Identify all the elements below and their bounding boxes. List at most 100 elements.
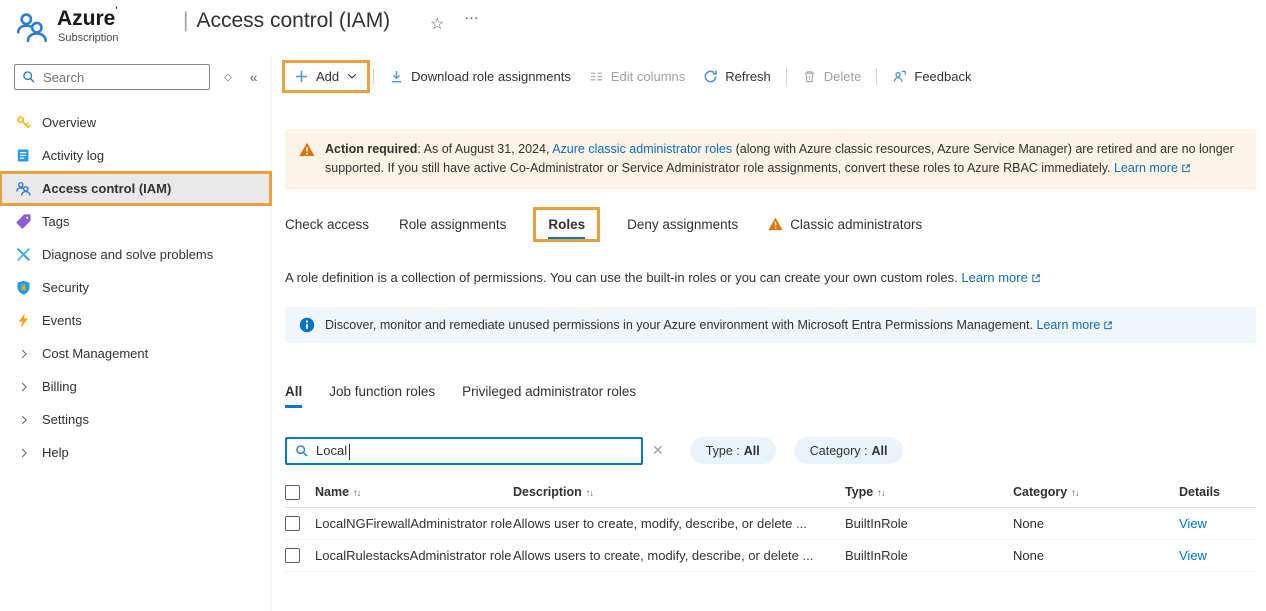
page-title: |Access control (IAM)	[183, 9, 390, 33]
header-type[interactable]: Type↑↓	[845, 485, 1013, 499]
tab-label: Deny assignments	[627, 217, 738, 232]
subtab-label: All	[285, 384, 302, 399]
tab-deny-assignments[interactable]: Deny assignments	[627, 217, 738, 239]
sidebar-item-label: Events	[42, 313, 82, 328]
subtab-label: Privileged administrator roles	[462, 384, 636, 399]
header-category[interactable]: Category↑↓	[1013, 485, 1179, 499]
sidebar-search-row: ◇ «	[0, 56, 271, 98]
shield-lock-icon	[15, 279, 32, 296]
action-required-warning-banner: Action required: As of August 31, 2024, …	[285, 129, 1256, 190]
description-learn-more-link[interactable]: Learn more	[961, 270, 1040, 285]
tab-label: Classic administrators	[790, 217, 922, 232]
role-definition-description: A role definition is a collection of per…	[285, 270, 1256, 285]
chevron-down-icon	[346, 72, 358, 81]
role-category-cell: None	[1013, 548, 1179, 563]
tab-role-assignments[interactable]: Role assignments	[399, 217, 506, 239]
sidebar-item-help[interactable]: Help	[0, 436, 271, 469]
description-text: A role definition is a collection of per…	[285, 270, 961, 285]
access-control-people-icon	[14, 9, 50, 45]
favorite-star-icon[interactable]: ☆	[430, 14, 444, 34]
tab-classic-administrators[interactable]: Classic administrators	[768, 217, 922, 239]
delete-button[interactable]: Delete	[793, 63, 871, 90]
add-button[interactable]: Add	[285, 63, 367, 90]
view-link[interactable]: View	[1179, 548, 1207, 563]
sidebar-item-label: Security	[42, 280, 89, 295]
role-type-cell: BuiltInRole	[845, 516, 1013, 531]
refresh-button[interactable]: Refresh	[694, 63, 780, 90]
header-checkbox-cell	[285, 485, 315, 500]
roles-tab-highlight-box: Roles	[536, 210, 597, 239]
view-link[interactable]: View	[1179, 516, 1207, 531]
subtab-all[interactable]: All	[285, 384, 302, 408]
sidebar-item-label: Help	[42, 445, 69, 460]
sidebar-item-events[interactable]: Events	[0, 304, 271, 337]
subtab-label: Job function roles	[329, 384, 435, 399]
toolbar-divider	[786, 68, 787, 85]
sidebar-search-box[interactable]	[14, 64, 210, 90]
more-options-icon[interactable]: …	[464, 6, 480, 23]
iam-tabs: Check access Role assignments Roles Deny…	[285, 217, 1256, 239]
subtab-job-function-roles[interactable]: Job function roles	[329, 384, 435, 408]
sidebar-item-diagnose[interactable]: Diagnose and solve problems	[0, 238, 271, 271]
header-description[interactable]: Description↑↓	[513, 485, 845, 499]
warning-triangle-icon	[299, 142, 315, 179]
search-icon	[22, 70, 36, 84]
lightning-icon	[15, 312, 32, 329]
sidebar-search-input[interactable]	[43, 70, 202, 85]
sidebar-item-label: Diagnose and solve problems	[42, 247, 213, 262]
download-role-assignments-button[interactable]: Download role assignments	[380, 63, 580, 90]
tab-check-access[interactable]: Check access	[285, 217, 369, 239]
collapse-sidebar-icon[interactable]: «	[250, 69, 258, 85]
type-filter-pill[interactable]: Type :All	[690, 437, 776, 464]
app-title: Azure'	[57, 7, 118, 31]
role-details-cell: View	[1179, 516, 1256, 531]
sidebar-item-cost-management[interactable]: Cost Management	[0, 337, 271, 370]
tab-roles[interactable]: Roles	[548, 217, 585, 239]
edit-columns-button[interactable]: Edit columns	[580, 63, 694, 90]
type-filter-label: Type :	[706, 444, 740, 458]
select-all-checkbox[interactable]	[285, 485, 300, 500]
roles-filter-row: ✕ Type :All Category :All	[285, 437, 1256, 465]
toolbar-divider	[373, 68, 374, 85]
refresh-button-label: Refresh	[725, 69, 771, 84]
people-icon	[15, 180, 32, 197]
sidebar-item-security[interactable]: Security	[0, 271, 271, 304]
row-checkbox-cell	[285, 516, 315, 531]
subtab-privileged-administrator-roles[interactable]: Privileged administrator roles	[462, 384, 636, 408]
table-row: LocalNGFirewallAdministrator role Allows…	[285, 508, 1256, 540]
role-description-cell: Allows user to create, modify, describe,…	[513, 516, 845, 531]
info-learn-more-link[interactable]: Learn more	[1036, 318, 1113, 332]
sidebar-item-activity-log[interactable]: Activity log	[0, 139, 271, 172]
header-name[interactable]: Name↑↓	[315, 485, 513, 499]
roles-search-box[interactable]	[285, 437, 643, 465]
sidebar-item-label: Overview	[42, 115, 96, 130]
header-details: Details	[1179, 485, 1256, 499]
pin-icon[interactable]: ◇	[224, 72, 232, 83]
feedback-button[interactable]: Feedback	[883, 63, 980, 90]
sidebar-item-overview[interactable]: Overview	[0, 106, 271, 139]
warning-learn-more-link[interactable]: Learn more	[1114, 161, 1191, 175]
sidebar-item-label: Settings	[42, 412, 89, 427]
activity-log-icon	[15, 147, 32, 164]
sidebar-item-access-control-iam[interactable]: Access control (IAM)	[0, 172, 271, 205]
row-checkbox[interactable]	[285, 516, 300, 531]
entra-permissions-info-banner: Discover, monitor and remediate unused p…	[285, 307, 1256, 343]
external-link-icon	[1103, 320, 1113, 330]
sidebar-item-billing[interactable]: Billing	[0, 370, 271, 403]
chevron-right-icon	[15, 380, 32, 394]
roles-table: Name↑↓ Description↑↓ Type↑↓ Category↑↓ D…	[285, 478, 1256, 572]
role-description-cell: Allows users to create, modify, describe…	[513, 548, 845, 563]
tag-icon	[15, 213, 32, 230]
clear-search-icon[interactable]: ✕	[652, 442, 664, 459]
classic-admin-roles-link[interactable]: Azure classic administrator roles	[552, 142, 732, 156]
trademark-mark: '	[115, 5, 117, 15]
external-link-icon	[1181, 163, 1191, 173]
role-category-cell: None	[1013, 516, 1179, 531]
category-filter-pill[interactable]: Category :All	[794, 437, 904, 464]
sidebar-item-settings[interactable]: Settings	[0, 403, 271, 436]
download-button-label: Download role assignments	[411, 69, 571, 84]
roles-search-input[interactable]	[316, 443, 633, 458]
row-checkbox[interactable]	[285, 548, 300, 563]
tab-label: Role assignments	[399, 217, 506, 232]
sidebar-item-tags[interactable]: Tags	[0, 205, 271, 238]
